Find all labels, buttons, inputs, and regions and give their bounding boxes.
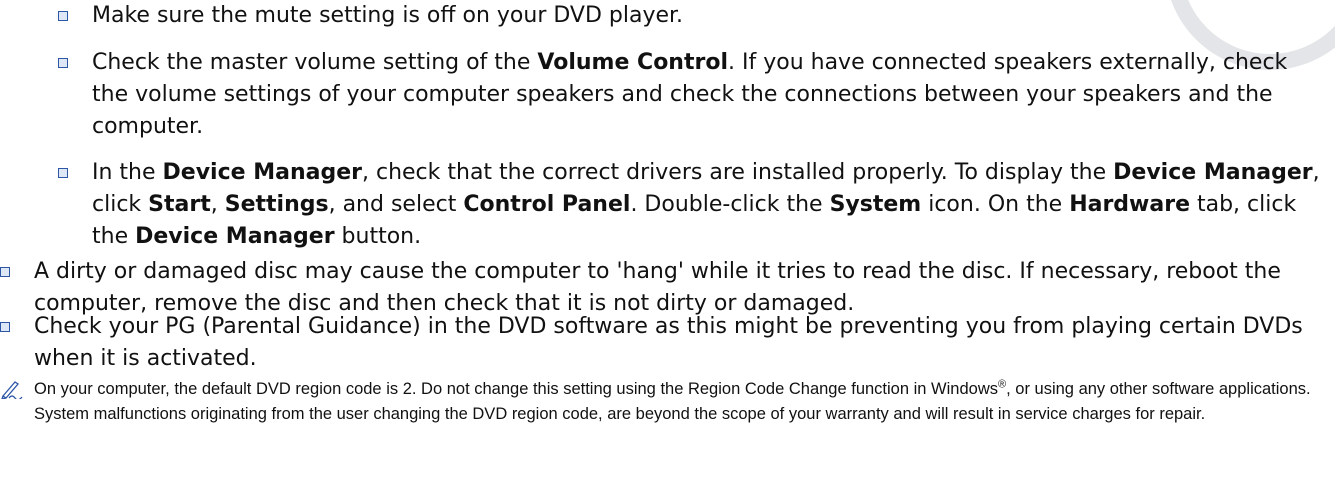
- checkbox-bullet-icon: [0, 267, 10, 277]
- list-item-mute: Make sure the mute setting is off on you…: [58, 0, 1328, 32]
- checkbox-bullet-icon: [58, 58, 68, 68]
- checkbox-bullet-icon: [58, 168, 68, 178]
- list-item-volume: Check the master volume setting of the V…: [58, 47, 1328, 143]
- list-item-parental-guidance: Check your PG (Parental Guidance) in the…: [0, 311, 1330, 375]
- list-item-text: Make sure the mute setting is off on you…: [92, 3, 684, 28]
- checkbox-bullet-icon: [0, 322, 10, 332]
- region-code-note: On your computer, the default DVD region…: [0, 377, 1330, 427]
- note-pencil-icon: [1, 381, 23, 399]
- list-item-device-manager: In the Device Manager, check that the co…: [58, 157, 1328, 253]
- volume-control-term: Volume Control: [537, 50, 728, 75]
- checkbox-bullet-icon: [58, 11, 68, 21]
